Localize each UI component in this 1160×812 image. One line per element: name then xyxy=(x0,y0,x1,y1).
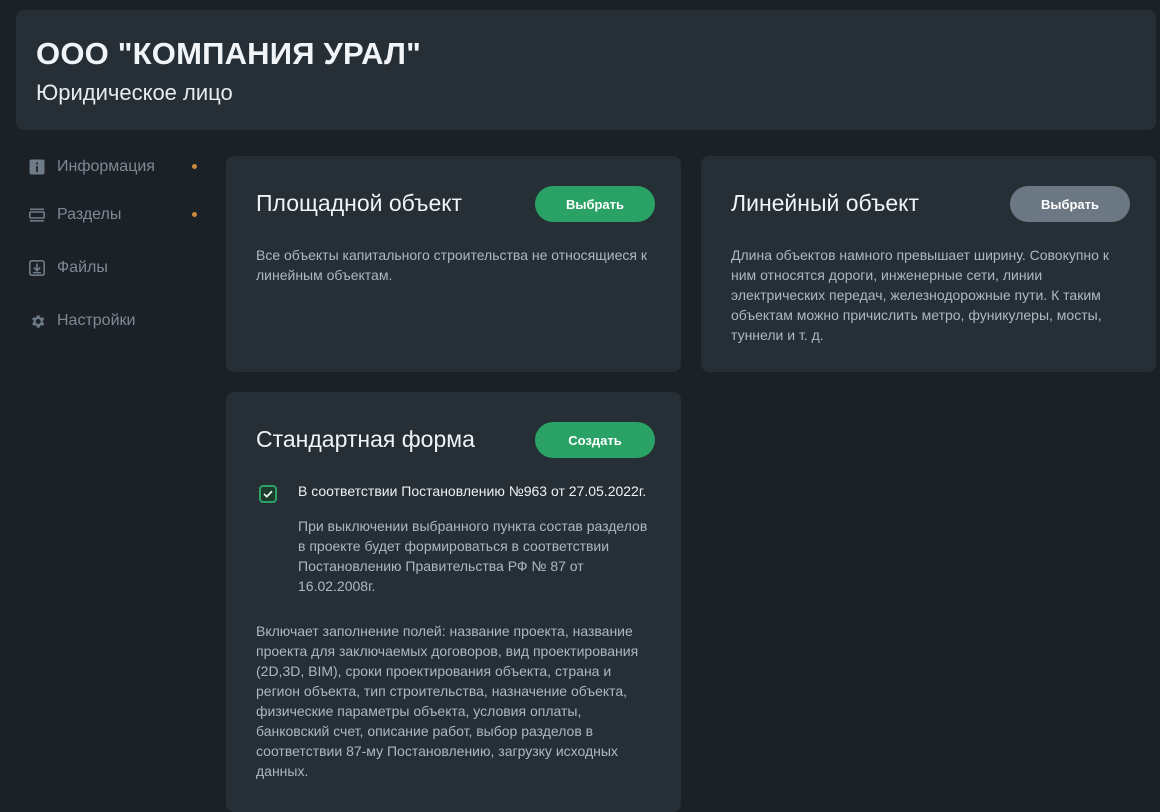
sections-icon xyxy=(28,206,46,224)
sidebar-item-files[interactable]: Файлы xyxy=(28,256,203,280)
linear-object-card: Линейный объект Выбрать Длина объектов н… xyxy=(701,156,1156,372)
card-description: Все объекты капитального строительства н… xyxy=(256,247,647,283)
download-file-icon xyxy=(28,259,46,277)
sidebar-item-information[interactable]: Информация xyxy=(28,155,203,179)
sidebar-item-settings[interactable]: Настройки xyxy=(28,309,203,333)
select-area-object-button[interactable]: Выбрать xyxy=(535,186,655,222)
card-title: Стандартная форма xyxy=(256,426,475,452)
card-description: Длина объектов намного превышает ширину.… xyxy=(731,247,1109,343)
decree-963-checkbox[interactable] xyxy=(259,485,277,503)
company-name: ООО "КОМПАНИЯ УРАЛ" xyxy=(36,36,421,71)
notification-dot xyxy=(192,212,197,217)
company-header: ООО "КОМПАНИЯ УРАЛ" Юридическое лицо xyxy=(16,10,1156,130)
sidebar-item-label: Файлы xyxy=(57,259,108,276)
create-standard-form-button[interactable]: Создать xyxy=(535,422,655,458)
standard-form-card: Стандартная форма Создать В соответствии… xyxy=(226,392,681,812)
check-icon xyxy=(263,490,273,498)
sidebar-item-sections[interactable]: Разделы xyxy=(28,203,203,227)
sidebar-item-label: Разделы xyxy=(57,206,122,223)
sidebar-item-label: Информация xyxy=(57,158,155,175)
checkbox-label: В соответствии Постановлению №963 от 27.… xyxy=(298,483,647,499)
gear-icon xyxy=(28,312,46,330)
card-title: Площадной объект xyxy=(256,190,463,216)
notification-dot xyxy=(192,164,197,169)
sidebar-item-label: Настройки xyxy=(57,312,136,329)
info-icon xyxy=(28,158,46,176)
checkbox-hint: При выключении выбранного пункта состав … xyxy=(298,518,648,594)
entity-type: Юридическое лицо xyxy=(36,80,233,105)
card-title: Линейный объект xyxy=(731,190,919,216)
select-linear-object-button[interactable]: Выбрать xyxy=(1010,186,1130,222)
area-object-card: Площадной объект Выбрать Все объекты кап… xyxy=(226,156,681,372)
card-description: Включает заполнение полей: название прое… xyxy=(256,623,639,779)
